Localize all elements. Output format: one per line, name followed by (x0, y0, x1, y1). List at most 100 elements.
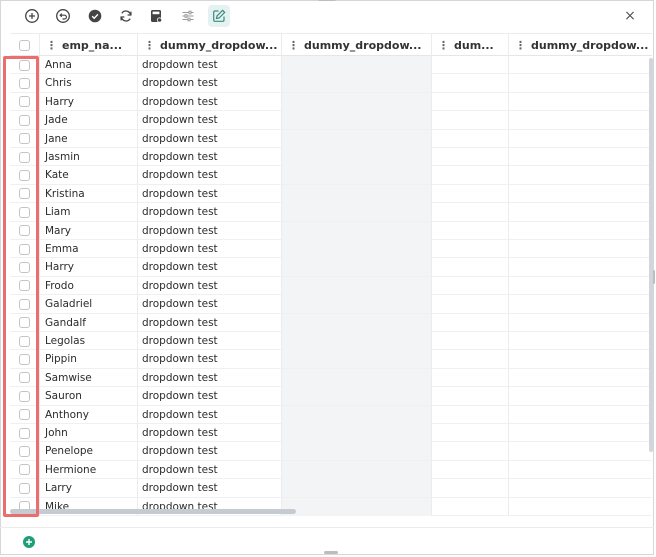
dummy-dropdown-2-cell[interactable] (282, 350, 432, 369)
row-checkbox[interactable] (19, 243, 30, 255)
dummy-dropdown-2-cell[interactable] (282, 295, 432, 314)
dummy-dropdown-cell[interactable]: dropdown test (138, 92, 282, 111)
dummy-dropdown-2-cell[interactable] (282, 276, 432, 295)
column-header-dummy-dropdown-3[interactable]: ⋮ dum... (432, 34, 509, 56)
dummy-dropdown-4-cell[interactable] (509, 258, 652, 276)
row-checkbox[interactable] (19, 464, 30, 476)
table-row[interactable]: Liam dropdown test (10, 203, 652, 222)
dummy-dropdown-3-cell[interactable] (432, 240, 509, 258)
table-row[interactable]: Anna dropdown test (10, 56, 652, 75)
dummy-dropdown-4-cell[interactable] (509, 56, 652, 74)
table-row[interactable]: Jade dropdown test (10, 111, 652, 130)
row-checkbox[interactable] (19, 261, 30, 273)
dummy-dropdown-4-cell[interactable] (509, 406, 652, 424)
emp-name-cell[interactable]: Legolas (40, 332, 138, 350)
emp-name-cell[interactable]: Emma (40, 240, 138, 258)
column-header-emp-name[interactable]: ⋮ emp_na... (40, 34, 138, 56)
emp-name-cell[interactable]: Jade (40, 111, 138, 130)
dummy-dropdown-cell[interactable]: dropdown test (138, 424, 282, 442)
dummy-dropdown-3-cell[interactable] (432, 460, 509, 479)
dummy-dropdown-4-cell[interactable] (509, 332, 652, 350)
dummy-dropdown-2-cell[interactable] (282, 479, 432, 498)
dummy-dropdown-cell[interactable]: dropdown test (138, 221, 282, 240)
dummy-dropdown-4-cell[interactable] (509, 461, 652, 479)
dummy-dropdown-cell[interactable]: dropdown test (138, 276, 282, 295)
dummy-dropdown-4-cell[interactable] (509, 93, 652, 111)
dummy-dropdown-cell[interactable]: dropdown test (138, 313, 282, 332)
dummy-dropdown-4-cell[interactable] (509, 442, 652, 460)
column-settings-button[interactable] (177, 5, 199, 27)
row-checkbox[interactable] (19, 206, 30, 218)
dummy-dropdown-3-cell[interactable] (432, 295, 509, 314)
dummy-dropdown-4-cell[interactable] (509, 387, 652, 405)
emp-name-cell[interactable]: Mary (40, 221, 138, 240)
dummy-dropdown-2-cell[interactable] (282, 92, 432, 111)
column-menu-icon[interactable]: ⋮ (144, 39, 155, 52)
column-menu-icon[interactable]: ⋮ (46, 39, 57, 52)
dummy-dropdown-4-cell[interactable] (509, 166, 652, 184)
dummy-dropdown-4-cell[interactable] (509, 277, 652, 295)
row-checkbox[interactable] (19, 298, 30, 310)
dummy-dropdown-2-cell[interactable] (282, 221, 432, 240)
row-checkbox[interactable] (19, 96, 30, 108)
dummy-dropdown-4-cell[interactable] (509, 295, 652, 313)
dummy-dropdown-2-cell[interactable] (282, 148, 432, 166)
dummy-dropdown-cell[interactable]: dropdown test (138, 479, 282, 498)
row-checkbox[interactable] (19, 335, 30, 347)
dummy-dropdown-2-cell[interactable] (282, 56, 432, 74)
emp-name-cell[interactable]: Penelope (40, 442, 138, 461)
emp-name-cell[interactable]: Pippin (40, 350, 138, 369)
row-checkbox[interactable] (19, 482, 30, 494)
emp-name-cell[interactable]: Harry (40, 258, 138, 277)
dummy-dropdown-cell[interactable]: dropdown test (138, 405, 282, 424)
dummy-dropdown-2-cell[interactable] (282, 332, 432, 350)
dummy-dropdown-3-cell[interactable] (432, 258, 509, 277)
emp-name-cell[interactable]: Harry (40, 92, 138, 111)
table-row[interactable]: Hermione dropdown test (10, 460, 652, 480)
dummy-dropdown-cell[interactable]: dropdown test (138, 350, 282, 369)
dummy-dropdown-3-cell[interactable] (432, 313, 509, 332)
horizontal-scrollbar[interactable] (10, 509, 296, 514)
row-checkbox[interactable] (19, 133, 30, 145)
dummy-dropdown-2-cell[interactable] (282, 368, 432, 387)
dummy-dropdown-3-cell[interactable] (432, 148, 509, 166)
dummy-dropdown-4-cell[interactable] (509, 74, 652, 92)
row-checkbox[interactable] (19, 353, 30, 365)
add-row-button[interactable] (23, 536, 35, 548)
vertical-scrollbar[interactable] (649, 58, 653, 452)
dummy-dropdown-4-cell[interactable] (509, 479, 652, 497)
dummy-dropdown-2-cell[interactable] (282, 497, 432, 516)
table-row[interactable]: Harry dropdown test (10, 258, 652, 277)
dummy-dropdown-2-cell[interactable] (282, 74, 432, 93)
emp-name-cell[interactable]: Larry (40, 479, 138, 498)
save-button[interactable] (84, 5, 106, 27)
dummy-dropdown-cell[interactable]: dropdown test (138, 148, 282, 166)
dummy-dropdown-3-cell[interactable] (432, 368, 509, 387)
row-checkbox[interactable] (19, 427, 30, 439)
dummy-dropdown-3-cell[interactable] (432, 111, 509, 130)
dummy-dropdown-3-cell[interactable] (432, 387, 509, 406)
dummy-dropdown-cell[interactable]: dropdown test (138, 368, 282, 387)
table-row[interactable]: Harry dropdown test (10, 92, 652, 112)
dummy-dropdown-3-cell[interactable] (432, 221, 509, 240)
dummy-dropdown-4-cell[interactable] (509, 148, 652, 166)
dummy-dropdown-3-cell[interactable] (432, 332, 509, 350)
calculator-button[interactable] (145, 5, 167, 27)
dummy-dropdown-cell[interactable]: dropdown test (138, 74, 282, 93)
dummy-dropdown-4-cell[interactable] (509, 240, 652, 258)
dummy-dropdown-3-cell[interactable] (432, 424, 509, 442)
dummy-dropdown-4-cell[interactable] (509, 111, 652, 129)
dummy-dropdown-2-cell[interactable] (282, 240, 432, 258)
row-checkbox[interactable] (19, 225, 30, 237)
table-row[interactable]: Kate dropdown test (10, 166, 652, 185)
table-row[interactable]: Samwise dropdown test (10, 368, 652, 388)
dummy-dropdown-cell[interactable]: dropdown test (138, 240, 282, 258)
column-menu-icon[interactable]: ⋮ (438, 39, 449, 52)
dummy-dropdown-cell[interactable]: dropdown test (138, 166, 282, 185)
row-checkbox[interactable] (19, 409, 30, 421)
row-checkbox[interactable] (19, 151, 30, 163)
dummy-dropdown-2-cell[interactable] (282, 313, 432, 332)
dummy-dropdown-2-cell[interactable] (282, 442, 432, 461)
table-row[interactable]: Kristina dropdown test (10, 184, 652, 204)
dummy-dropdown-3-cell[interactable] (432, 92, 509, 111)
